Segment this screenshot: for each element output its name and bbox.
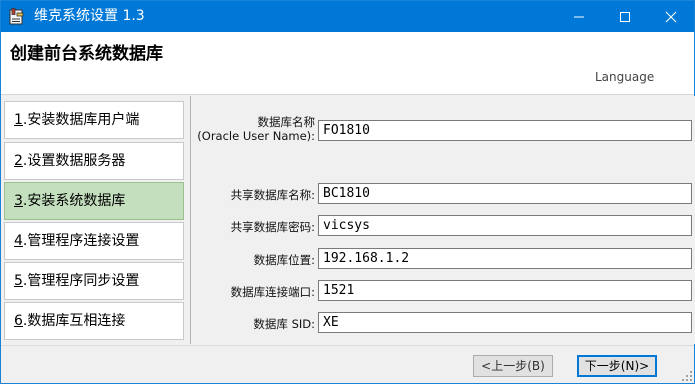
maximize-icon [620,12,630,22]
step-item-5[interactable]: 5.管理程序同步设置 [4,262,184,300]
db-location-label: 数据库位置: [253,253,315,267]
step-number: 5 [14,273,23,289]
db-name-label-line2: (Oracle User Name): [197,129,315,143]
db-port-label: 数据库连接端口: [230,285,315,299]
db-sid-label: 数据库 SID: [253,317,315,331]
step-number: 6 [14,313,23,329]
footer-bar: <上一步(B) 下一步(N)> [1,345,694,383]
step-list: 1.安装数据库用户端 2.设置数据服务器 3.安装系统数据库 4.管理程序连接设… [4,101,189,345]
close-button[interactable] [648,1,694,32]
db-sid-field[interactable]: XE [318,312,692,333]
window-title: 维克系统设置 1.3 [34,8,145,24]
maximize-button[interactable] [602,1,648,32]
shared-db-password-label: 共享数据库密码: [230,220,315,234]
shared-db-password-field[interactable]: vicsys [318,215,692,236]
language-link[interactable]: Language [595,70,654,84]
page-title: 创建前台系统数据库 [10,44,163,64]
app-tool-icon [9,8,25,25]
step-number: 1 [14,112,23,128]
step-number: 3 [14,193,23,209]
step-item-3[interactable]: 3.安装系统数据库 [4,182,184,220]
step-label: .管理程序连接设置 [22,233,140,249]
db-name-field[interactable]: FO1810 [318,120,692,141]
prev-button[interactable]: <上一步(B) [473,355,553,377]
step-number: 4 [14,233,23,249]
step-number: 2 [14,153,23,169]
next-button[interactable]: 下一步(N)> [577,355,657,377]
db-name-label-line1: 数据库名称 [257,115,316,129]
db-port-field[interactable]: 1521 [318,280,692,301]
db-location-field[interactable]: 192.168.1.2 [318,248,692,269]
header-band: 创建前台系统数据库 Language [1,32,694,95]
database-form: 数据库名称 (Oracle User Name): FO1810 共享数据库名称… [190,96,695,344]
db-name-label: 数据库名称 (Oracle User Name): [197,115,315,143]
minimize-button[interactable] [556,1,602,32]
step-item-4[interactable]: 4.管理程序连接设置 [4,222,184,260]
step-item-6[interactable]: 6.数据库互相连接 [4,302,184,340]
step-label: .设置数据服务器 [22,153,126,169]
step-label: .安装数据库用户端 [22,112,140,128]
setup-window: 维克系统设置 1.3 创建前台系统数据库 Language 1.安装数据库用户端… [0,0,695,384]
step-label: .安装系统数据库 [22,193,126,209]
resize-grip-icon[interactable] [681,370,693,382]
minimize-icon [574,16,584,18]
shared-db-name-label: 共享数据库名称: [230,188,315,202]
step-label: .数据库互相连接 [22,313,126,329]
step-label: .管理程序同步设置 [22,273,140,289]
title-bar[interactable]: 维克系统设置 1.3 [1,1,694,32]
step-item-1[interactable]: 1.安装数据库用户端 [4,101,184,139]
shared-db-name-field[interactable]: BC1810 [318,183,692,204]
close-icon [665,11,677,23]
step-item-2[interactable]: 2.设置数据服务器 [4,142,184,180]
